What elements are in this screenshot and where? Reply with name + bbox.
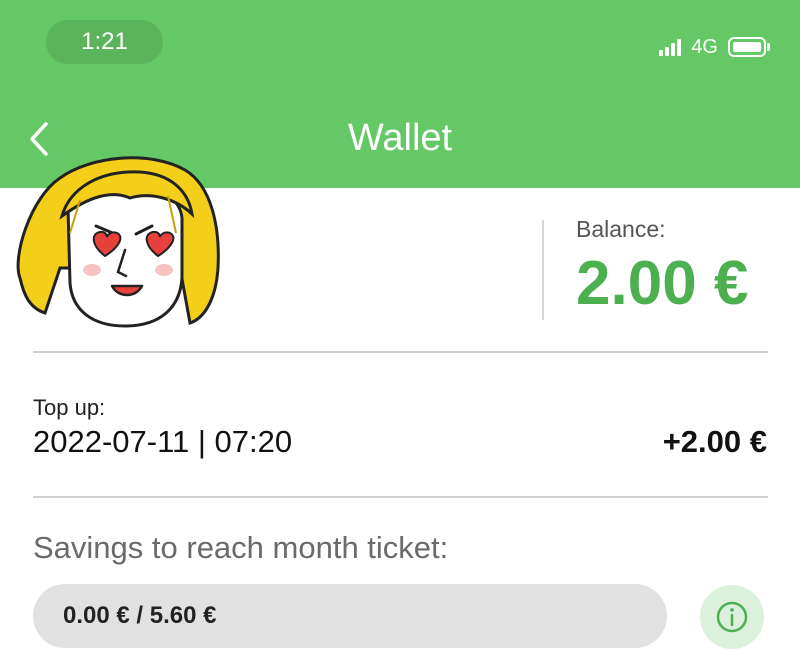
info-button[interactable] — [700, 585, 764, 649]
status-indicators: 4G — [659, 34, 770, 60]
divider — [33, 351, 768, 353]
savings-progress-bar: 0.00 € / 5.60 € — [33, 584, 667, 648]
balance-value: 2.00 € — [576, 249, 749, 318]
sticker-girl-heart-eyes-icon — [16, 156, 220, 328]
balance-divider — [542, 220, 544, 320]
divider — [33, 496, 768, 498]
network-type: 4G — [691, 35, 718, 58]
savings-progress-text: 0.00 € / 5.60 € — [63, 602, 217, 629]
signal-icon — [659, 38, 682, 56]
topup-datetime: 2022-07-11 | 07:20 — [33, 424, 293, 459]
savings-label: Savings to reach month ticket: — [33, 530, 449, 565]
info-circle-icon — [716, 601, 748, 633]
avatar — [0, 138, 230, 338]
topup-amount: +2.00 € — [662, 424, 767, 459]
topup-label: Top up: — [33, 395, 106, 420]
status-time: 1:21 — [46, 20, 163, 64]
battery-icon — [728, 37, 766, 57]
balance-label: Balance: — [576, 216, 666, 242]
